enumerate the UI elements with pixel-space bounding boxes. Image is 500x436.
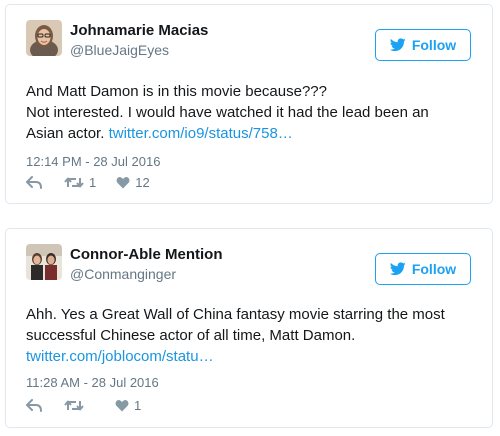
retweet-button[interactable]: 1 [64, 175, 96, 190]
reply-button[interactable] [26, 176, 42, 189]
author-name[interactable]: Connor-Able Mention [70, 246, 222, 263]
heart-icon [116, 177, 130, 189]
tweet-text-line: And Matt Damon is in this movie because?… [26, 83, 327, 100]
tweet-text: And Matt Damon is in this movie because?… [26, 81, 486, 144]
tweet-actions: 1 12 [26, 175, 150, 190]
like-button[interactable]: 12 [116, 175, 150, 190]
author-name[interactable]: Johnamarie Macias [70, 22, 208, 39]
tweet-link[interactable]: twitter.com/io9/status/758… [109, 125, 293, 142]
author-handle[interactable]: @Conmanginger [70, 266, 176, 282]
twitter-bird-icon [389, 262, 406, 276]
tweet-link[interactable]: twitter.com/joblocom/statu… [26, 346, 486, 367]
tweet-text-fragment: Asian actor. [26, 125, 105, 142]
retweet-icon [64, 177, 84, 188]
retweet-icon [64, 400, 84, 411]
avatar[interactable] [26, 20, 62, 56]
retweet-button[interactable] [64, 399, 89, 412]
tweet-text-line: Not interested. I would have watched it … [26, 104, 429, 121]
like-button[interactable]: 1 [115, 398, 141, 413]
author-handle[interactable]: @BlueJaigEyes [70, 42, 169, 58]
follow-label: Follow [411, 37, 457, 53]
tweet-card: Johnamarie Macias @BlueJaigEyes Follow A… [5, 4, 493, 204]
twitter-bird-icon [389, 38, 406, 52]
tweet-timestamp[interactable]: 12:14 PM - 28 Jul 2016 [26, 154, 160, 169]
tweet-text: Ahh. Yes a Great Wall of China fantasy m… [26, 304, 486, 367]
tweet-card: Connor-Able Mention @Conmanginger Follow… [5, 228, 493, 428]
follow-label: Follow [411, 261, 457, 277]
reply-icon [26, 176, 42, 189]
tweet-text-line: successful Chinese actor of all time, Ma… [26, 327, 356, 344]
follow-button[interactable]: Follow [375, 29, 471, 61]
heart-icon [115, 400, 129, 412]
tweet-text-line: Ahh. Yes a Great Wall of China fantasy m… [26, 306, 445, 323]
reply-button[interactable] [26, 399, 42, 412]
tweet-actions: 1 [26, 398, 141, 413]
retweet-count: 1 [89, 175, 97, 190]
follow-button[interactable]: Follow [375, 253, 471, 285]
reply-icon [26, 399, 42, 412]
like-count: 1 [134, 398, 142, 413]
tweet-timestamp[interactable]: 11:28 AM - 28 Jul 2016 [26, 375, 159, 390]
tweet-text-line: Asian actor. twitter.com/io9/status/758… [26, 123, 486, 144]
avatar[interactable] [26, 244, 62, 280]
like-count: 12 [135, 175, 150, 190]
